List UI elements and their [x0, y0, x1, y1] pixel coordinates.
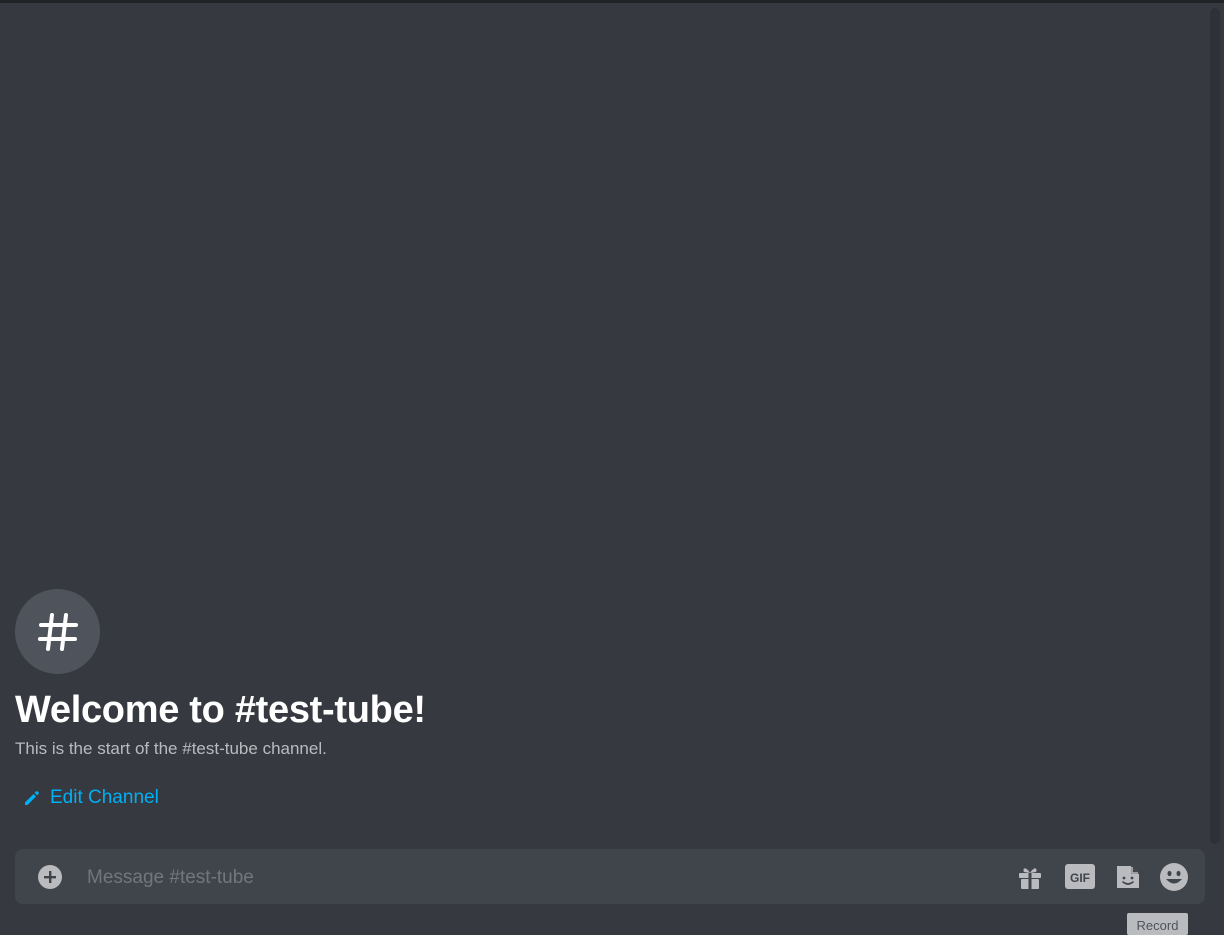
hash-icon	[37, 612, 78, 651]
channel-welcome: Welcome to #test-tube! This is the start…	[15, 589, 426, 760]
emoji-icon	[1160, 863, 1188, 891]
welcome-title: Welcome to #test-tube!	[15, 689, 426, 731]
gift-icon	[1019, 868, 1041, 889]
pencil-icon	[25, 791, 39, 805]
message-composer: GIF	[15, 849, 1205, 906]
gift-button[interactable]	[1014, 861, 1046, 893]
message-input[interactable]	[85, 849, 989, 906]
edit-channel-link[interactable]: Edit Channel	[22, 787, 159, 809]
record-tooltip: Record	[1127, 913, 1188, 935]
sticker-button[interactable]	[1112, 861, 1144, 893]
emoji-button[interactable]	[1158, 861, 1190, 893]
svg-text:GIF: GIF	[1070, 871, 1090, 885]
sticker-icon	[1117, 866, 1139, 888]
chat-area	[0, 3, 1224, 931]
channel-avatar	[15, 589, 100, 674]
welcome-subtitle: This is the start of the #test-tube chan…	[15, 739, 327, 758]
scrollbar[interactable]	[1210, 8, 1220, 844]
attach-button[interactable]	[37, 864, 63, 890]
plus-circle-icon	[38, 865, 62, 889]
gif-icon: GIF	[1065, 864, 1095, 889]
gif-button[interactable]: GIF	[1064, 861, 1096, 893]
edit-channel-label: Edit Channel	[50, 787, 159, 808]
